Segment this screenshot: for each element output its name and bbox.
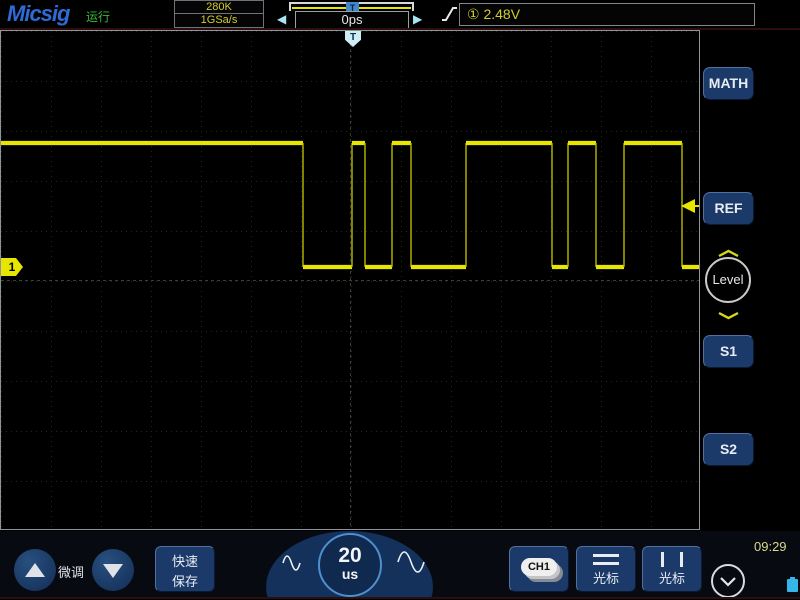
quick-save-line1: 快速 [171,554,198,569]
level-up-chevron-icon[interactable] [717,245,740,258]
level-knob[interactable]: Level [705,257,751,303]
channel-button-label: CH1 [521,558,557,576]
trigger-level-arrow-icon[interactable] [681,199,699,213]
trigger-position-readout: 0ps [295,11,409,29]
down-triangle-icon [103,564,123,578]
up-triangle-icon [25,563,45,577]
timebase-zoom-in-icon[interactable] [396,549,426,580]
fine-tune-label: 微调 [58,565,85,580]
s2-button[interactable]: S2 [703,433,754,466]
oscilloscope-screen: Micsig 运行 280K 1GSa/s T ◀ 0ps ▶ ① 2.48V [0,0,800,600]
fine-tune-up-button[interactable] [14,549,56,591]
trigger-position-left-arrow-icon[interactable]: ◀ [277,11,290,27]
top-bar: Micsig 运行 280K 1GSa/s T ◀ 0ps ▶ ① 2.48V [0,0,800,29]
vertical-cursor-icon [661,552,683,567]
quick-save-button[interactable]: 快速 保存 [155,546,215,592]
s1-button[interactable]: S1 [703,335,754,368]
channel-stack-icon: CH1 [521,558,563,582]
quick-save-line2: 保存 [171,574,198,590]
timebase-zoom-out-icon[interactable] [281,553,302,578]
trigger-level-arrow-triangle [681,199,695,213]
horizontal-cursor-button[interactable]: 光标 [576,546,636,592]
run-status[interactable]: 运行 [86,8,110,25]
acquisition-info-box: 280K 1GSa/s [174,0,264,28]
waveform-display: T 1 [0,30,700,530]
math-button[interactable]: MATH [703,67,754,100]
timebase-readout-knob[interactable]: 20 us [318,533,382,597]
battery-icon [787,577,798,592]
timebase-unit: us [341,566,359,582]
timebase-value: 20 [338,544,362,567]
horizontal-cursor-label: 光标 [592,571,619,586]
trigger-level-arrow-tail [694,205,699,207]
sample-rate: 1GSa/s [200,14,238,26]
channel-select-button[interactable]: CH1 [509,546,569,592]
trigger-slope-rising-icon [441,4,458,29]
level-down-chevron-icon[interactable] [717,307,740,320]
trigger-position-right-arrow-icon[interactable]: ▶ [413,11,426,27]
trigger-level-readout[interactable]: ① 2.48V [459,3,755,26]
memory-overview-bracket: T [289,2,414,14]
vertical-cursor-button[interactable]: 光标 [642,546,702,592]
waveform-canvas [1,31,699,529]
brand-logo: Micsig [7,1,70,26]
clock: 09:29 [754,539,787,554]
fine-tune-down-button[interactable] [92,549,134,591]
bottom-divider [0,597,800,599]
bottom-bar: 微调 快速 保存 20 us CH1 光标 光标 09:29 [0,531,800,598]
memory-depth: 280K [175,1,263,14]
ref-button[interactable]: REF [703,192,754,225]
horizontal-cursor-icon [593,554,619,566]
collapse-menu-button[interactable] [711,564,745,598]
vertical-cursor-label: 光标 [658,571,685,586]
